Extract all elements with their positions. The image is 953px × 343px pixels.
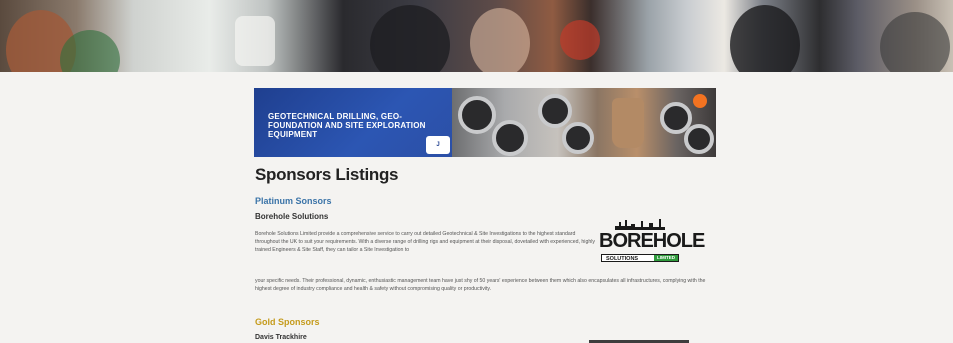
sponsor-description-continued: your specific needs. Their professional,… [255, 278, 706, 292]
core-barrel-image [612, 98, 644, 148]
drill-pipe-image [684, 124, 714, 154]
hero-photo-detail [560, 20, 600, 60]
hero-photo-crowd [370, 5, 450, 72]
skyline-icon [615, 219, 665, 230]
drill-pipe-image [492, 120, 528, 156]
hero-photo-container [235, 16, 275, 66]
logo-limited-tag: LIMITED [654, 255, 678, 261]
sponsor-description: Borehole Solutions Limited provide a com… [255, 231, 595, 253]
platinum-tier-heading: Platinum Sonsors [255, 196, 332, 206]
logo-strapline: SOLUTIONS LIMITED [601, 254, 679, 262]
sponsor-banner-ad[interactable]: GEOTECHNICAL DRILLING, GEO-FOUNDATION AN… [254, 88, 716, 157]
logo-wordmark: BOREHOLE [599, 230, 705, 252]
drill-pipe-image [458, 96, 496, 134]
sponsor-name: Davis Trackhire [255, 334, 307, 341]
borehole-solutions-logo[interactable]: BOREHOLE SOLUTIONS LIMITED [599, 218, 705, 266]
page-title: Sponsors Listings [255, 165, 399, 184]
banner-product-photo [452, 88, 716, 157]
gold-tier-heading: Gold Sponsors [255, 317, 320, 327]
hero-photo-face [470, 8, 530, 72]
sponsor-name: Borehole Solutions [255, 212, 329, 221]
hero-photo-booth [730, 5, 800, 72]
hero-photo-visitor [880, 12, 950, 72]
brand-dot-icon [693, 94, 707, 108]
banner-text-panel: GEOTECHNICAL DRILLING, GEO-FOUNDATION AN… [254, 88, 452, 157]
drill-pipe-image [538, 94, 572, 128]
hero-photo-strip [0, 0, 953, 72]
banner-badge: J [426, 136, 450, 154]
banner-heading: GEOTECHNICAL DRILLING, GEO-FOUNDATION AN… [268, 112, 426, 139]
drill-pipe-image [562, 122, 594, 154]
logo-strap-text: SOLUTIONS [606, 256, 639, 262]
